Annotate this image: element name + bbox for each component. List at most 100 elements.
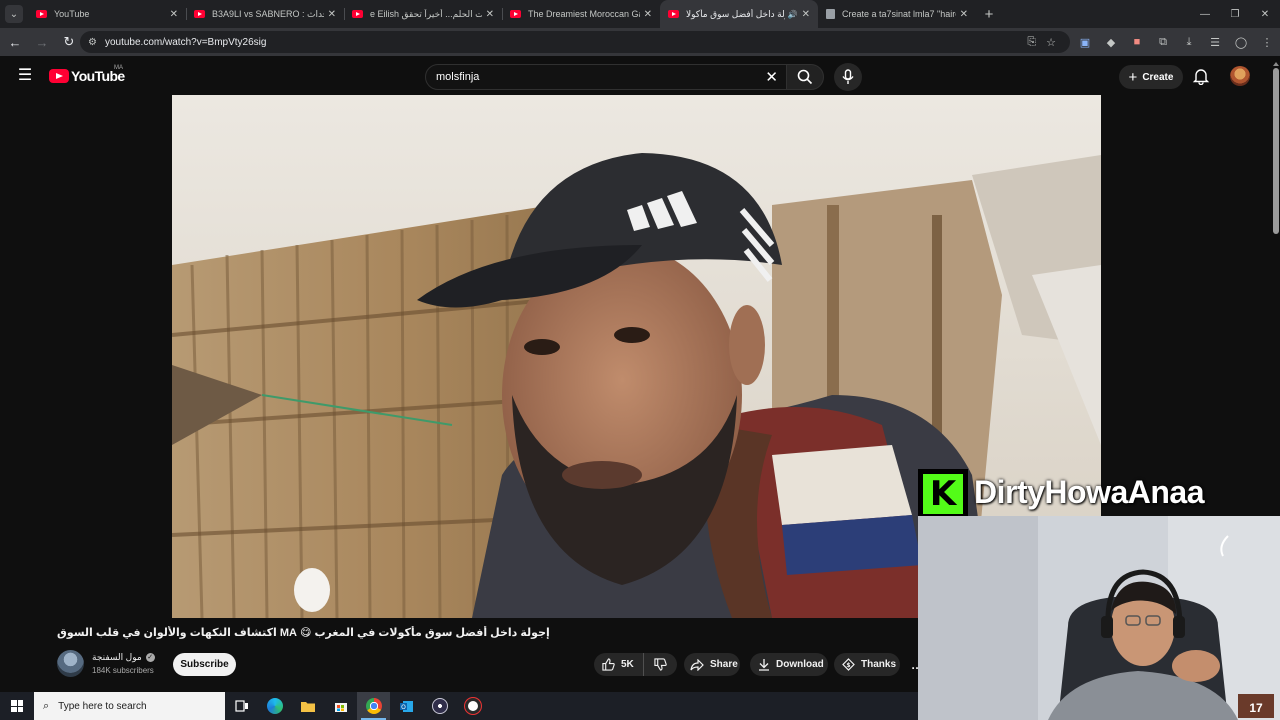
- chevron-down-icon: ⌄: [5, 5, 23, 23]
- svg-text:17: 17: [1249, 701, 1263, 715]
- tab-title: Create a ta7sinat lmla7 "haircut: [842, 9, 956, 19]
- chrome-browser-icon[interactable]: [357, 692, 390, 720]
- youtube-play-icon: [49, 69, 69, 83]
- install-app-icon[interactable]: ⎘: [1027, 36, 1036, 49]
- minimize-icon[interactable]: —: [1190, 0, 1220, 28]
- browser-tab[interactable]: Create a ta7sinat lmla7 "haircut ✕: [818, 0, 976, 28]
- subscribe-button[interactable]: Subscribe: [173, 653, 236, 676]
- scrollbar-thumb[interactable]: [1273, 68, 1279, 234]
- browser-tab[interactable]: The Dreamiest Moroccan Gatew ✕: [502, 0, 660, 28]
- close-window-icon[interactable]: ✕: [1250, 0, 1280, 28]
- share-label: Share: [710, 659, 738, 670]
- create-label: Create: [1142, 71, 1174, 83]
- forward-arrow-icon[interactable]: →: [30, 30, 54, 54]
- speaker-icon[interactable]: 🔊: [788, 10, 798, 19]
- browser-tab[interactable]: e Eilish شفت الحلم... أخيراً تحقق ✕: [344, 0, 502, 28]
- extensions-area: ▣ ◆ ■ ⧉ ⤓ ☰ ◯ ⋮: [1072, 28, 1280, 56]
- close-icon[interactable]: ✕: [486, 9, 494, 20]
- user-avatar[interactable]: [1230, 66, 1250, 86]
- thanks-button[interactable]: $ Thanks: [834, 653, 900, 676]
- download-button[interactable]: Download: [750, 653, 828, 676]
- close-icon[interactable]: ✕: [170, 9, 178, 20]
- download-icon[interactable]: ⤓: [1176, 36, 1202, 49]
- task-view-icon[interactable]: [225, 692, 258, 720]
- tab-title: جولة داخل أفضل سوق مأكولا: [686, 8, 785, 19]
- profile-icon[interactable]: ◯: [1228, 36, 1254, 49]
- close-icon[interactable]: ✕: [644, 9, 652, 20]
- youtube-favicon-icon: [36, 10, 47, 18]
- verified-check-icon: ✓: [145, 653, 155, 662]
- channel-name[interactable]: مول السفنجة ✓: [92, 652, 155, 663]
- dislike-button[interactable]: [644, 653, 677, 676]
- search-icon: [797, 69, 813, 85]
- download-arrow-icon: [759, 659, 769, 671]
- reload-icon[interactable]: ↻: [57, 30, 81, 54]
- close-icon[interactable]: ✕: [328, 9, 336, 20]
- browser-toolbar: ← → ↻ ⚙ youtube.com/watch?v=BmpVty26sig …: [0, 28, 1280, 56]
- search-button[interactable]: [786, 64, 824, 90]
- microphone-icon: [842, 69, 854, 84]
- extensions-puzzle-icon[interactable]: ⧉: [1150, 36, 1176, 49]
- browser-tab[interactable]: B3A9LI vs SABNERO : ويع للأحداث ✕: [186, 0, 344, 28]
- tab-title: The Dreamiest Moroccan Gatew: [528, 9, 640, 19]
- window-controls: — ❐ ✕: [1190, 0, 1280, 28]
- thumbs-up-icon: [602, 658, 615, 671]
- start-button[interactable]: [0, 692, 34, 720]
- plus-icon: +: [1128, 68, 1138, 86]
- outlook-icon[interactable]: O: [390, 692, 423, 720]
- youtube-favicon-icon: [194, 10, 205, 18]
- like-dislike-group: 5K: [594, 653, 677, 676]
- site-info-icon[interactable]: ⚙: [88, 37, 97, 48]
- close-icon[interactable]: ✕: [960, 9, 968, 20]
- download-label: Download: [776, 659, 824, 670]
- file-explorer-icon[interactable]: [291, 692, 324, 720]
- thanks-dollar-icon: $: [842, 658, 855, 671]
- like-button[interactable]: 5K: [594, 653, 644, 676]
- webcam-frame: 17: [918, 516, 1280, 720]
- browser-tab-active[interactable]: جولة داخل أفضل سوق مأكولا 🔊 ✕: [660, 0, 818, 28]
- youtube-favicon-icon: [668, 10, 679, 18]
- search-icon: ⌕: [43, 699, 50, 712]
- hamburger-menu-icon[interactable]: ☰: [15, 67, 35, 85]
- url-text: youtube.com/watch?v=BmpVty26sig: [104, 36, 267, 48]
- tab-search-button[interactable]: ⌄: [0, 0, 28, 28]
- reading-list-icon[interactable]: ☰: [1202, 36, 1228, 49]
- share-button[interactable]: Share: [684, 653, 740, 676]
- microsoft-store-icon[interactable]: [324, 692, 357, 720]
- address-bar[interactable]: ⚙ youtube.com/watch?v=BmpVty26sig ⎘ ☆: [80, 31, 1070, 53]
- obs-studio-icon[interactable]: [423, 692, 456, 720]
- svg-text:O: O: [401, 704, 406, 711]
- menu-kebab-icon[interactable]: ⋮: [1254, 36, 1280, 49]
- create-button[interactable]: + Create: [1119, 65, 1183, 89]
- youtube-logo[interactable]: YouTube MA: [49, 65, 125, 84]
- translate-extension-icon[interactable]: ▣: [1072, 36, 1098, 49]
- app-record-icon[interactable]: [456, 692, 489, 720]
- channel-avatar[interactable]: [57, 650, 84, 677]
- youtube-favicon-icon: [510, 10, 521, 18]
- notifications-bell-icon[interactable]: [1192, 67, 1210, 85]
- taskbar-search-box[interactable]: ⌕ Type here to search: [34, 692, 225, 720]
- windows-taskbar: ⌕ Type here to search O: [0, 692, 918, 720]
- browser-tab-strip: ⌄ YouTube ✕ B3A9LI vs SABNERO : ويع للأح…: [0, 0, 1280, 28]
- extension-diamond-icon[interactable]: ◆: [1098, 36, 1124, 49]
- edge-browser-icon[interactable]: [258, 692, 291, 720]
- browser-tab[interactable]: YouTube ✕: [28, 0, 186, 28]
- new-tab-button[interactable]: +: [976, 0, 1002, 28]
- subscriber-count: 184K subscribers: [92, 666, 154, 675]
- bookmark-star-icon[interactable]: ☆: [1046, 36, 1056, 49]
- tab-title: e Eilish شفت الحلم... أخيراً تحقق: [370, 8, 482, 19]
- screen: ⌄ YouTube ✕ B3A9LI vs SABNERO : ويع للأح…: [0, 0, 1280, 720]
- video-title: إجولة داخل أفضل سوق مأكولات في المغرب 😋 …: [57, 627, 550, 639]
- restore-icon[interactable]: ❐: [1220, 0, 1250, 28]
- thumbs-down-icon: [654, 658, 667, 671]
- voice-search-button[interactable]: [834, 63, 862, 91]
- taskbar-search-placeholder: Type here to search: [58, 700, 147, 712]
- search-input[interactable]: molsfinja ✕: [425, 64, 787, 90]
- clear-search-icon[interactable]: ✕: [765, 68, 778, 86]
- scroll-up-arrow-icon[interactable]: [1273, 62, 1279, 66]
- close-icon[interactable]: ✕: [802, 9, 810, 20]
- share-arrow-icon: [690, 658, 704, 671]
- search-query: molsfinja: [436, 71, 480, 83]
- extension-red-icon[interactable]: ■: [1124, 36, 1150, 48]
- back-arrow-icon[interactable]: ←: [3, 30, 27, 54]
